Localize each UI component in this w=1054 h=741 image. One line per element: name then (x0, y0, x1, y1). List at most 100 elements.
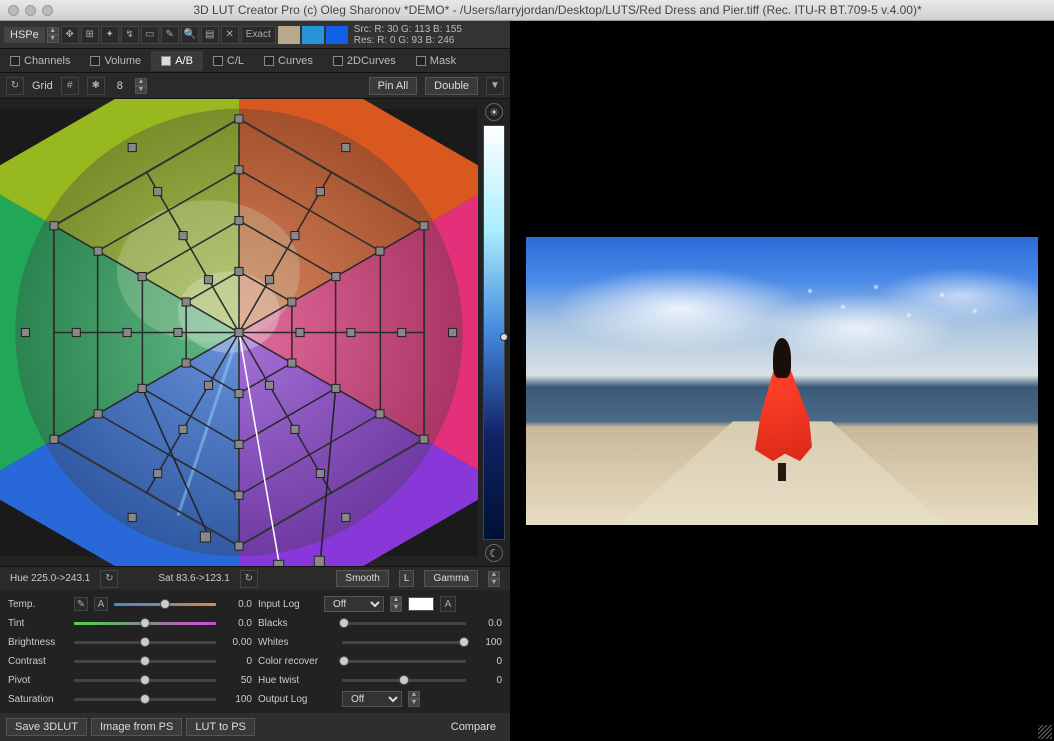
gamma-up-button[interactable]: ▲ (488, 571, 500, 579)
minimize-button[interactable] (25, 5, 36, 16)
exact-button[interactable]: Exact (241, 26, 276, 44)
grid-node[interactable] (204, 381, 212, 389)
grid-up-button[interactable]: ▲ (135, 78, 147, 86)
grid-icon[interactable]: # (61, 77, 79, 95)
output-log-select[interactable]: Off (342, 691, 402, 707)
grid-node[interactable] (235, 491, 243, 499)
color-model-select[interactable]: HSPe (4, 27, 45, 43)
picker-icon[interactable]: ✎ (74, 597, 88, 611)
grid-node[interactable] (314, 556, 324, 566)
slider-track[interactable] (74, 679, 216, 682)
slider-thumb[interactable] (399, 675, 409, 685)
outputlog-up[interactable]: ▲ (408, 691, 420, 699)
outputlog-down[interactable]: ▼ (408, 699, 420, 707)
lut-to-ps-button[interactable]: LUT to PS (186, 718, 255, 736)
grid-down-button[interactable]: ▼ (135, 86, 147, 94)
grid-node[interactable] (235, 166, 243, 174)
grid-node[interactable] (296, 328, 304, 336)
grid-node[interactable] (204, 276, 212, 284)
grid-node[interactable] (179, 232, 187, 240)
grid-node[interactable] (128, 513, 136, 521)
slider-track[interactable] (342, 679, 466, 682)
tab-checkbox[interactable] (264, 56, 274, 66)
grid-node[interactable] (342, 513, 350, 521)
grid-node[interactable] (235, 542, 243, 550)
grid-node[interactable] (316, 469, 324, 477)
hue-reset-icon[interactable]: ↻ (100, 570, 118, 588)
grid-node[interactable] (291, 232, 299, 240)
sun-icon[interactable]: ☀ (485, 103, 503, 121)
picker-tool-icon[interactable]: ✎ (161, 26, 179, 44)
slider-track[interactable] (74, 660, 216, 663)
grid-node[interactable] (288, 298, 296, 306)
smooth-button[interactable]: Smooth (336, 570, 388, 587)
slider-thumb[interactable] (140, 656, 150, 666)
compass-tool-icon[interactable]: ✦ (101, 26, 119, 44)
grid-node[interactable] (50, 222, 58, 230)
layout-tool-icon[interactable]: ▤ (201, 26, 219, 44)
grid-node[interactable] (154, 469, 162, 477)
tab-mask[interactable]: Mask (406, 51, 466, 71)
grid-node[interactable] (420, 435, 428, 443)
swatch-3[interactable] (326, 26, 348, 44)
grid-node[interactable] (347, 328, 355, 336)
grid-node[interactable] (332, 272, 340, 280)
grid-node[interactable] (179, 425, 187, 433)
grid-node[interactable] (235, 217, 243, 225)
grid-node[interactable] (291, 425, 299, 433)
grid-node[interactable] (21, 328, 29, 336)
sat-reset-icon[interactable]: ↻ (240, 570, 258, 588)
slider-track[interactable] (74, 641, 216, 644)
grid-node[interactable] (182, 298, 190, 306)
tab-checkbox[interactable] (161, 56, 171, 66)
inputlog-down[interactable]: ▼ (390, 604, 402, 612)
tab-checkbox[interactable] (333, 56, 343, 66)
slider-thumb[interactable] (140, 618, 150, 628)
grid-node[interactable] (154, 188, 162, 196)
grid-node[interactable] (420, 222, 428, 230)
l-button[interactable]: L (399, 570, 415, 587)
lasso-tool-icon[interactable]: ↯ (121, 26, 139, 44)
input-log-select[interactable]: Off (324, 596, 384, 612)
grid-node[interactable] (398, 328, 406, 336)
grid-node[interactable] (94, 247, 102, 255)
grid-node[interactable] (265, 381, 273, 389)
grid-size[interactable]: 8 (113, 80, 127, 92)
tab-ab[interactable]: A/B (151, 51, 203, 71)
tab-channels[interactable]: Channels (0, 51, 80, 71)
grid-node[interactable] (332, 384, 340, 392)
reset-icon[interactable]: ↻ (6, 77, 24, 95)
image-from-ps-button[interactable]: Image from PS (91, 718, 182, 736)
grid-node[interactable] (449, 328, 457, 336)
resize-handle-icon[interactable] (1038, 725, 1052, 739)
grid-node[interactable] (235, 440, 243, 448)
grid-node[interactable] (274, 560, 284, 566)
mode-up-button[interactable]: ▲ (47, 27, 59, 35)
grid-node[interactable] (316, 188, 324, 196)
tab-cl[interactable]: C/L (203, 51, 254, 71)
tab-checkbox[interactable] (416, 56, 426, 66)
grid-node[interactable] (235, 267, 243, 275)
slider-thumb[interactable] (160, 599, 170, 609)
mode-down-button[interactable]: ▼ (47, 35, 59, 43)
inputlog-up[interactable]: ▲ (390, 596, 402, 604)
swatch-2[interactable] (302, 26, 324, 44)
slider-track[interactable] (342, 641, 466, 644)
grid-node[interactable] (138, 384, 146, 392)
grid-node[interactable] (288, 359, 296, 367)
compare-button[interactable]: Compare (443, 721, 504, 733)
slider-thumb[interactable] (459, 637, 469, 647)
slider-track[interactable] (342, 660, 466, 663)
slider-track[interactable] (342, 622, 466, 625)
grid-node[interactable] (235, 389, 243, 397)
luminance-handle[interactable] (500, 333, 508, 341)
luminance-gradient[interactable] (483, 125, 505, 540)
auto-white-button[interactable]: A (440, 596, 456, 612)
grid-node[interactable] (182, 359, 190, 367)
grid-node[interactable] (265, 276, 273, 284)
color-wheel[interactable] (0, 99, 478, 566)
moon-icon[interactable]: ☾ (485, 544, 503, 562)
preview-image[interactable] (526, 237, 1038, 525)
save-3dlut-button[interactable]: Save 3DLUT (6, 718, 87, 736)
hex-icon[interactable]: ✱ (87, 77, 105, 95)
